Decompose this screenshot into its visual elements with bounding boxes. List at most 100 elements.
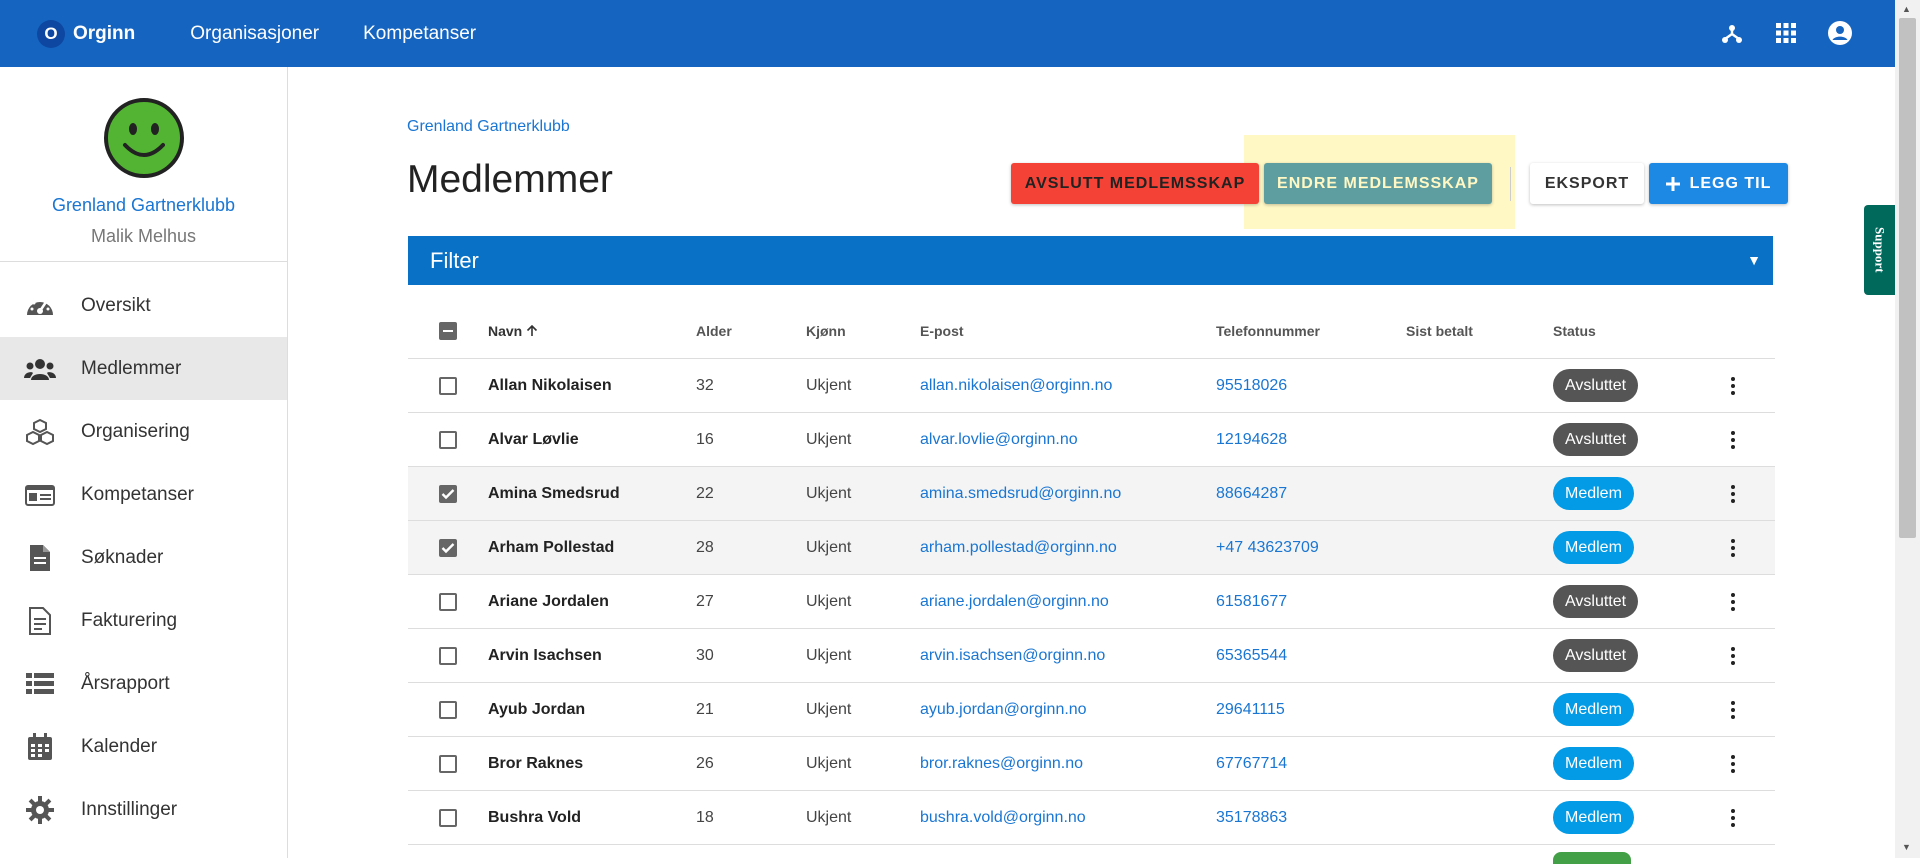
sidebar-item-kompetanser[interactable]: Kompetanser: [0, 463, 287, 526]
row-checkbox[interactable]: [439, 808, 457, 827]
table-row[interactable]: Bushra Vold 18 Ukjent bushra.vold@orginn.no…: [408, 791, 1775, 845]
sidebar-item-medlemmer[interactable]: Medlemmer: [0, 337, 287, 400]
more-vert-icon[interactable]: [1731, 592, 1735, 611]
filter-panel-header[interactable]: Filter ▼: [408, 236, 1773, 285]
scroll-up-arrow-icon[interactable]: ▲: [1902, 4, 1911, 14]
cell-phone[interactable]: 61581677: [1216, 593, 1406, 611]
row-checkbox[interactable]: [439, 484, 457, 503]
status-badge[interactable]: Medlem: [1553, 801, 1634, 834]
table-row[interactable]: Amina Smedsrud 22 Ukjent amina.smedsrud@org…: [408, 467, 1775, 521]
status-badge[interactable]: Medlem: [1553, 477, 1634, 510]
cell-phone[interactable]: 67767714: [1216, 755, 1406, 773]
change-membership-button[interactable]: ENDRE MEDLEMSSKAP: [1264, 163, 1492, 204]
cell-email[interactable]: allan.nikolaisen@orginn.no: [920, 377, 1216, 395]
sidebar-item-arsrapport[interactable]: Årsrapport: [0, 652, 287, 715]
cell-email[interactable]: bushra.vold@orginn.no: [920, 809, 1216, 827]
end-membership-button[interactable]: AVSLUTT MEDLEMSSKAP: [1011, 163, 1259, 204]
cell-email[interactable]: ariane.jordalen@orginn.no: [920, 593, 1216, 611]
row-checkbox[interactable]: [439, 700, 457, 719]
cell-name[interactable]: Arham Pollestad: [488, 539, 696, 557]
cell-name[interactable]: Amina Smedsrud: [488, 485, 696, 503]
more-vert-icon[interactable]: [1731, 430, 1735, 449]
status-badge[interactable]: Avsluttet: [1553, 585, 1639, 618]
row-checkbox[interactable]: [439, 646, 457, 665]
table-row[interactable]: Arham Pollestad 28 Ukjent arham.pollestad@o…: [408, 521, 1775, 575]
table-row[interactable]: Ayub Jordan 21 Ukjent ayub.jordan@orginn.no…: [408, 683, 1775, 737]
row-checkbox[interactable]: [439, 754, 457, 773]
sidebar-item-innstillinger[interactable]: Innstillinger: [0, 778, 287, 841]
more-vert-icon[interactable]: [1731, 700, 1735, 719]
status-badge[interactable]: Avsluttet: [1553, 639, 1639, 672]
scrollbar-thumb[interactable]: [1899, 18, 1916, 538]
row-checkbox[interactable]: [439, 538, 457, 557]
more-vert-icon[interactable]: [1731, 808, 1735, 827]
sidebar-item-soknader[interactable]: Søknader: [0, 526, 287, 589]
people-icon: [24, 353, 56, 385]
more-vert-icon[interactable]: [1731, 376, 1735, 395]
sidebar-item-oversikt[interactable]: Oversikt: [0, 274, 287, 337]
col-header-name[interactable]: Navn: [488, 323, 696, 339]
table-row[interactable]: Arvin Isachsen 30 Ukjent arvin.isachsen@org…: [408, 629, 1775, 683]
sidebar-org-name[interactable]: Grenland Gartnerklubb: [0, 195, 287, 216]
sidebar-item-organisering[interactable]: Organisering: [0, 400, 287, 463]
cell-phone[interactable]: 35178863: [1216, 809, 1406, 827]
select-all-checkbox[interactable]: [439, 322, 457, 340]
cell-phone[interactable]: 29641115: [1216, 701, 1406, 719]
breadcrumb[interactable]: Grenland Gartnerklubb: [407, 118, 570, 136]
cell-name[interactable]: Allan Nikolaisen: [488, 377, 696, 395]
more-vert-icon[interactable]: [1731, 754, 1735, 773]
cell-phone[interactable]: 65365544: [1216, 647, 1406, 665]
cell-email[interactable]: ayub.jordan@orginn.no: [920, 701, 1216, 719]
cell-email[interactable]: alvar.lovlie@orginn.no: [920, 431, 1216, 449]
cell-name[interactable]: Bushra Vold: [488, 809, 696, 827]
invoice-icon: [24, 605, 56, 637]
scroll-down-arrow-icon[interactable]: ▼: [1902, 842, 1911, 852]
cell-phone[interactable]: +47 43623709: [1216, 539, 1406, 557]
cell-email[interactable]: bror.raknes@orginn.no: [920, 755, 1216, 773]
cell-name[interactable]: Bror Raknes: [488, 755, 696, 773]
more-vert-icon[interactable]: [1731, 538, 1735, 557]
cell-status: Medlem: [1553, 801, 1703, 834]
cell-email[interactable]: arvin.isachsen@orginn.no: [920, 647, 1216, 665]
cell-email[interactable]: arham.pollestad@orginn.no: [920, 539, 1216, 557]
cell-name[interactable]: Arvin Isachsen: [488, 647, 696, 665]
table-row[interactable]: Ariane Jordalen 27 Ukjent ariane.jordalen@o…: [408, 575, 1775, 629]
cell-name[interactable]: Ariane Jordalen: [488, 593, 696, 611]
table-row[interactable]: Allan Nikolaisen 32 Ukjent allan.nikolaisen…: [408, 359, 1775, 413]
col-header-phone[interactable]: Telefonnummer: [1216, 323, 1406, 339]
col-header-gender[interactable]: Kjønn: [806, 323, 920, 339]
nav-kompetanser[interactable]: Kompetanser: [363, 23, 476, 45]
support-tab[interactable]: Support: [1864, 205, 1895, 295]
col-header-age[interactable]: Alder: [696, 323, 806, 339]
export-button[interactable]: EKSPORT: [1530, 163, 1644, 204]
cell-phone[interactable]: 88664287: [1216, 485, 1406, 503]
status-badge[interactable]: Medlem: [1553, 531, 1634, 564]
row-checkbox[interactable]: [439, 430, 457, 449]
status-badge[interactable]: Medlem: [1553, 693, 1634, 726]
apps-grid-icon[interactable]: [1771, 18, 1801, 48]
row-checkbox[interactable]: [439, 376, 457, 395]
cell-name[interactable]: Ayub Jordan: [488, 701, 696, 719]
col-header-last-paid[interactable]: Sist betalt: [1406, 323, 1553, 339]
more-vert-icon[interactable]: [1731, 484, 1735, 503]
cell-email[interactable]: amina.smedsrud@orginn.no: [920, 485, 1216, 503]
sidebar-item-fakturering[interactable]: Fakturering: [0, 589, 287, 652]
table-row[interactable]: Bror Raknes 26 Ukjent bror.raknes@orginn.no…: [408, 737, 1775, 791]
cell-phone[interactable]: 95518026: [1216, 377, 1406, 395]
hierarchy-icon[interactable]: [1717, 18, 1747, 48]
more-vert-icon[interactable]: [1731, 646, 1735, 665]
status-badge[interactable]: Avsluttet: [1553, 423, 1639, 456]
table-row[interactable]: Alvar Løvlie 16 Ukjent alvar.lovlie@orginn.…: [408, 413, 1775, 467]
status-badge[interactable]: Avsluttet: [1553, 369, 1639, 402]
col-header-email[interactable]: E-post: [920, 323, 1216, 339]
cell-name[interactable]: Alvar Løvlie: [488, 431, 696, 449]
account-circle-icon[interactable]: [1825, 18, 1855, 48]
status-badge[interactable]: Medlem: [1553, 747, 1634, 780]
sidebar-item-kalender[interactable]: Kalender: [0, 715, 287, 778]
brand-logo[interactable]: O Orginn: [37, 19, 135, 48]
col-header-status[interactable]: Status: [1553, 323, 1703, 339]
cell-phone[interactable]: 12194628: [1216, 431, 1406, 449]
row-checkbox[interactable]: [439, 592, 457, 611]
add-button[interactable]: LEGG TIL: [1649, 163, 1788, 204]
nav-organisasjoner[interactable]: Organisasjoner: [190, 23, 319, 45]
